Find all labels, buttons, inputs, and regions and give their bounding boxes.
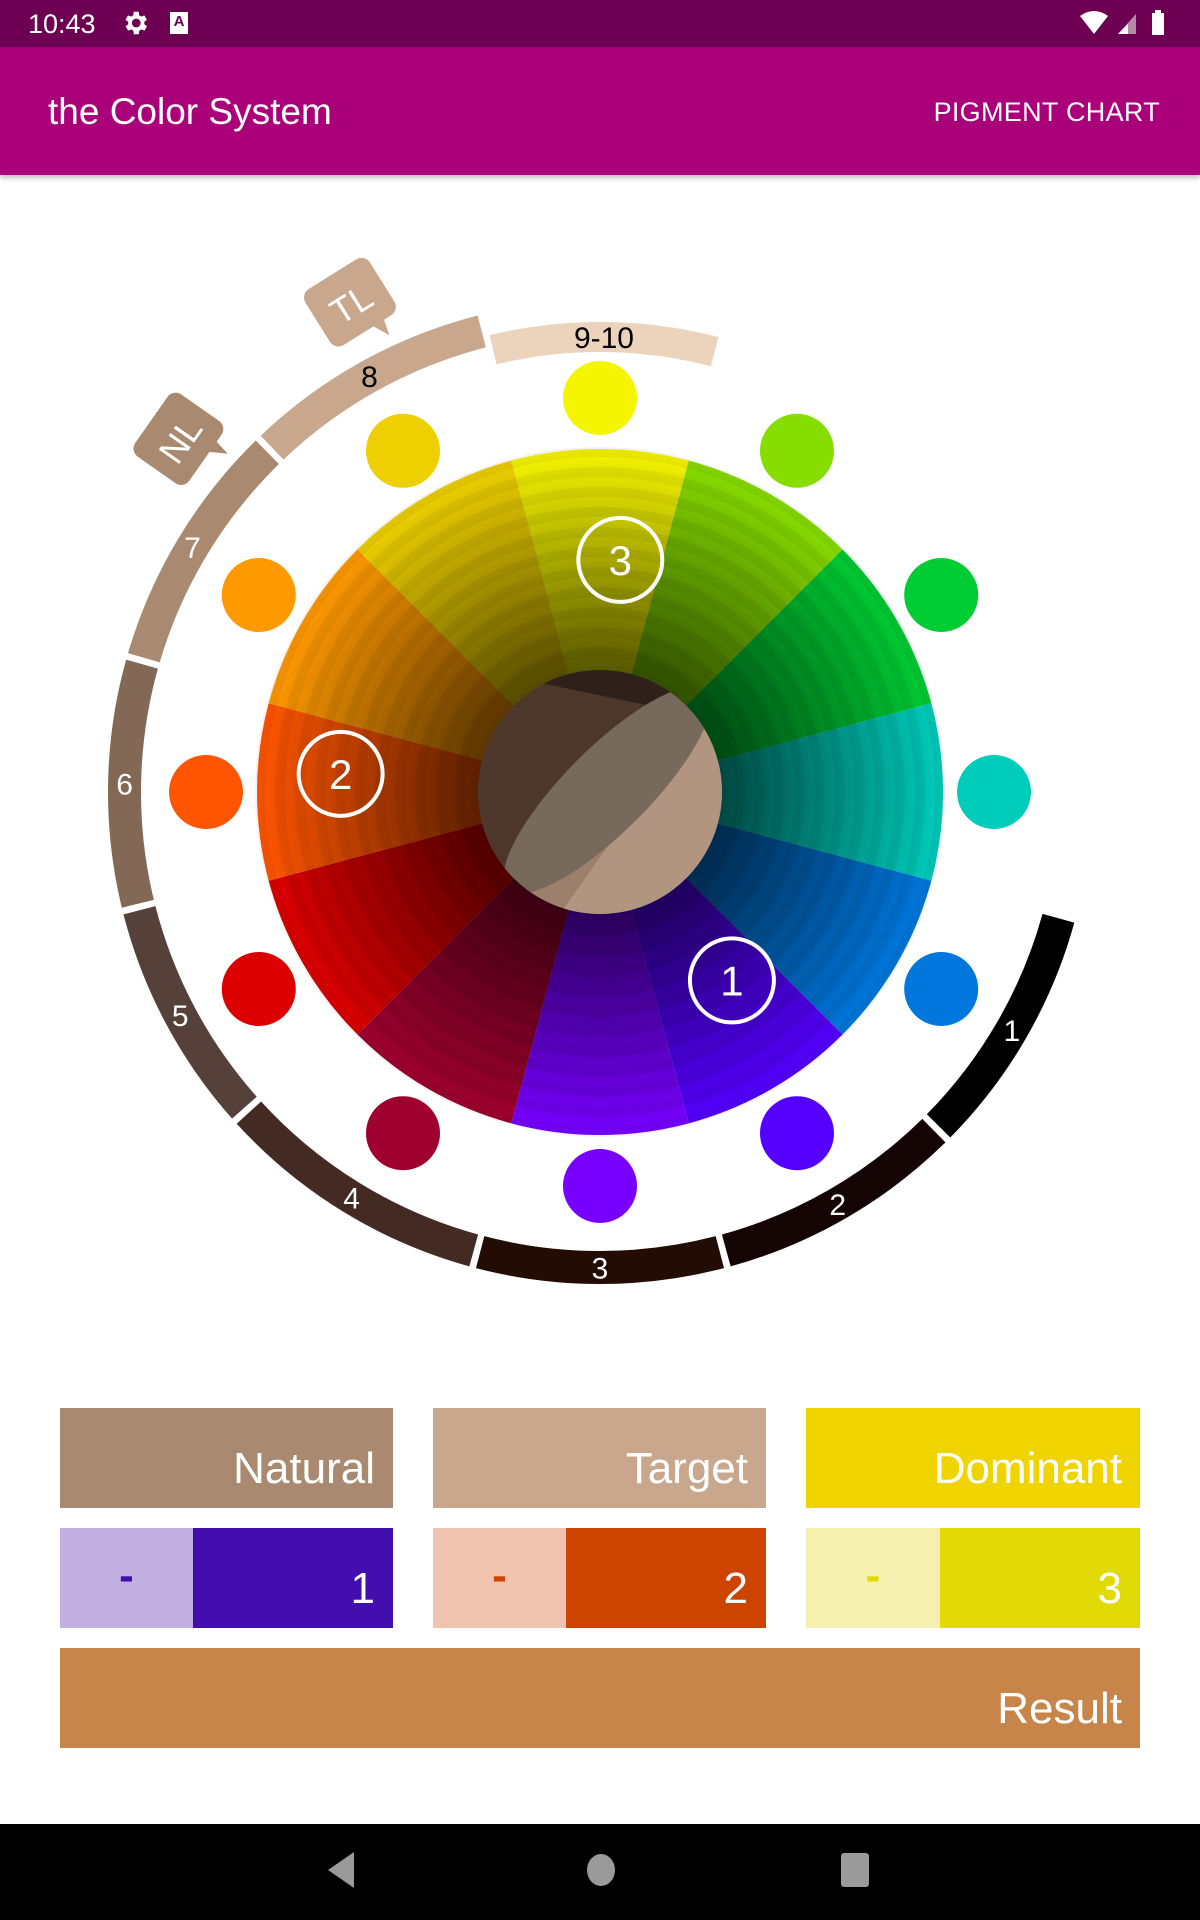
- hue-dot-red[interactable]: [221, 952, 296, 1026]
- level-label: 7: [184, 532, 201, 565]
- minus-label: -: [865, 1551, 881, 1600]
- level-segment-fill: [926, 913, 1075, 1138]
- hue-dot-blue-green[interactable]: [957, 755, 1031, 829]
- dominant-value-label: 3: [1097, 1564, 1122, 1613]
- marker-label: 2: [329, 751, 352, 798]
- level-segment[interactable]: 6: [107, 659, 158, 908]
- level-segment[interactable]: 1: [926, 913, 1075, 1138]
- recents-icon[interactable]: [840, 1850, 870, 1890]
- hue-dot-red-orange[interactable]: [169, 755, 243, 829]
- level-segment[interactable]: 9-10: [489, 322, 719, 367]
- level-label: 1: [1003, 1015, 1020, 1048]
- level-label: 8: [361, 361, 378, 394]
- marker-label: 3: [609, 537, 632, 584]
- level-label: 3: [592, 1253, 609, 1286]
- result-label: Result: [997, 1684, 1122, 1733]
- hue-dot-yellow-orange[interactable]: [366, 413, 440, 488]
- dominant-minus-button[interactable]: -: [806, 1528, 940, 1628]
- status-system-icons: [1080, 10, 1164, 35]
- level-label: 6: [116, 769, 133, 802]
- minus-label: -: [119, 1551, 134, 1600]
- wifi-icon: [1080, 11, 1108, 34]
- natural-label: Natural: [233, 1444, 375, 1493]
- level-label: 4: [343, 1182, 360, 1215]
- dominant-value: 3: [940, 1528, 1140, 1628]
- hue-dot-green[interactable]: [904, 558, 979, 632]
- settings-gear-icon: [125, 11, 147, 35]
- level-segment[interactable]: 4: [236, 1101, 479, 1267]
- battery-icon: [1152, 13, 1164, 35]
- level-segment[interactable]: 2: [721, 1118, 946, 1267]
- target-minus-button[interactable]: -: [433, 1528, 566, 1628]
- dominant-label: Dominant: [933, 1444, 1122, 1493]
- system-nav-bar: [0, 1824, 1200, 1920]
- app-bar: the Color System PIGMENT CHART: [0, 47, 1200, 175]
- natural-panel[interactable]: Natural: [60, 1408, 393, 1508]
- level-label: 5: [172, 1000, 189, 1033]
- natural-value-label: 1: [350, 1564, 375, 1613]
- hue-dot-blue-violet[interactable]: [760, 1096, 834, 1171]
- target-value-label: 2: [723, 1564, 748, 1613]
- home-icon[interactable]: [586, 1850, 616, 1890]
- status-time: 10:43: [28, 9, 96, 39]
- back-icon[interactable]: [326, 1850, 356, 1890]
- natural-minus-button[interactable]: -: [60, 1528, 193, 1628]
- minus-label: -: [492, 1551, 507, 1600]
- hue-dot-yellow-green[interactable]: [760, 413, 834, 488]
- level-label: 9-10: [574, 322, 634, 355]
- hue-dot-yellow[interactable]: [563, 361, 637, 435]
- hue-dot-violet[interactable]: [563, 1149, 637, 1223]
- text-a-icon: A: [170, 12, 188, 34]
- target-value: 2: [566, 1528, 766, 1628]
- result-panel: Result: [60, 1648, 1140, 1748]
- hue-dot-orange[interactable]: [221, 558, 296, 632]
- dominant-panel[interactable]: Dominant: [806, 1408, 1140, 1508]
- level-label: 2: [829, 1189, 846, 1222]
- hue-dot-blue[interactable]: [904, 952, 979, 1026]
- marker-label: 1: [720, 957, 743, 1004]
- status-bar: 10:43 A: [0, 0, 1200, 47]
- level-segment[interactable]: 3: [475, 1236, 725, 1286]
- target-panel[interactable]: Target: [433, 1408, 766, 1508]
- hue-dot-red-violet[interactable]: [366, 1096, 440, 1171]
- natural-value: 1: [193, 1528, 393, 1628]
- pigment-chart-button[interactable]: PIGMENT CHART: [934, 97, 1160, 128]
- color-wheel: 123 123456789-10 NLTL: [107, 257, 1075, 1286]
- target-label: Target: [625, 1444, 748, 1493]
- app-title: the Color System: [48, 91, 332, 132]
